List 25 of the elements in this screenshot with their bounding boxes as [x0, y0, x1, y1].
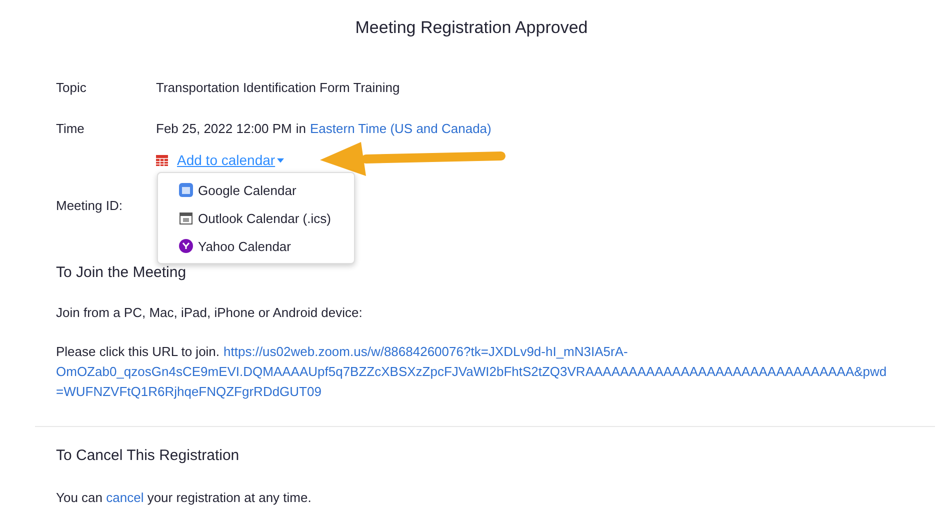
section-heading: To Join the Meeting	[56, 264, 188, 281]
join-instructions: Join from a PC, Mac, iPad, iPhone or Android device:	[56, 305, 364, 320]
add-to-calendar-link[interactable]: Add to calendar	[177, 152, 276, 168]
field-label: Topic	[56, 80, 88, 95]
cancel-link[interactable]: cancel	[106, 490, 144, 505]
field-value: Feb 25, 2022 12:00 PM in Eastern Time (US and Canada)	[156, 121, 492, 136]
join-url-link[interactable]: OmOZab0_qzosGn4sCE9mEVI.DQMAAAAUpf5q7BZZcXBSXzZpcFJVaWI2bFhtS2tZQ3VRAAAAAAAAAAAAAAAAAAAAAAAAAAAAAAA&pwd	[56, 362, 936, 382]
section-heading: To Cancel This Registration	[56, 447, 240, 464]
cancel-text: You can cancel your registration at any time.	[56, 490, 312, 505]
field-label: Meeting ID:	[56, 198, 124, 214]
caret-icon[interactable]	[277, 158, 284, 162]
calendar-option[interactable]: Yahoo Calendar	[158, 232, 354, 260]
calendar-option[interactable]: Google Calendar	[158, 176, 354, 204]
join-url-link[interactable]: https://us02web.zoom.us/w/88684260076?tk=JXDLv9d-hI_mN3IA5rA-	[224, 344, 628, 359]
join-url-link[interactable]: =WUFNZVFtQ1R6RjhqeFNQZFgrRDdGUT09	[56, 382, 936, 402]
calendar-option[interactable]: Outlook Calendar (.ics)	[158, 204, 354, 232]
join-prompt: Please click this URL to join.	[56, 344, 220, 359]
calendar-icon	[179, 183, 193, 197]
page-title: Meeting Registration Approved	[354, 17, 589, 39]
calendar-icon	[179, 211, 193, 225]
calendar-icon	[156, 154, 168, 166]
yahoo-icon	[179, 239, 193, 253]
timezone-link[interactable]: Eastern Time (US and Canada)	[310, 121, 492, 136]
field-value: Transportation Identification Form Training	[156, 80, 400, 95]
field-label: Time	[56, 121, 86, 136]
